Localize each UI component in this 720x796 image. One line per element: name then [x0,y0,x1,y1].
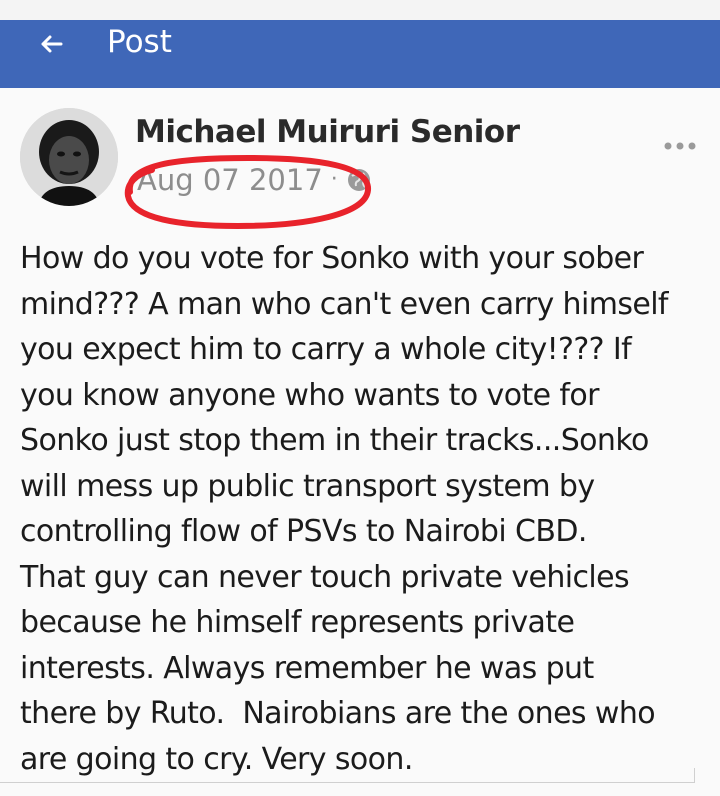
post-date[interactable]: Aug 07 2017 [137,160,323,200]
post-body: How do you vote for Sonko with your sobe… [20,241,669,777]
divider-tick [694,768,695,783]
post-meta: Aug 07 2017 · [137,160,372,200]
status-strip [0,0,720,20]
meta-separator: · [330,167,338,192]
avatar[interactable] [20,108,118,206]
profile-photo [20,108,118,206]
app-header: Post [0,20,720,88]
globe-icon [346,167,372,193]
ellipsis-icon [664,142,696,150]
divider [0,782,694,783]
page-title: Post [107,24,172,60]
author-name[interactable]: Michael Muiruri Senior [135,112,520,152]
more-options-button[interactable] [660,134,700,158]
page: Post Michael Muiruri Senior Aug 07 2017 … [0,0,720,796]
arrow-left-icon [41,35,63,53]
back-button[interactable] [32,28,70,60]
